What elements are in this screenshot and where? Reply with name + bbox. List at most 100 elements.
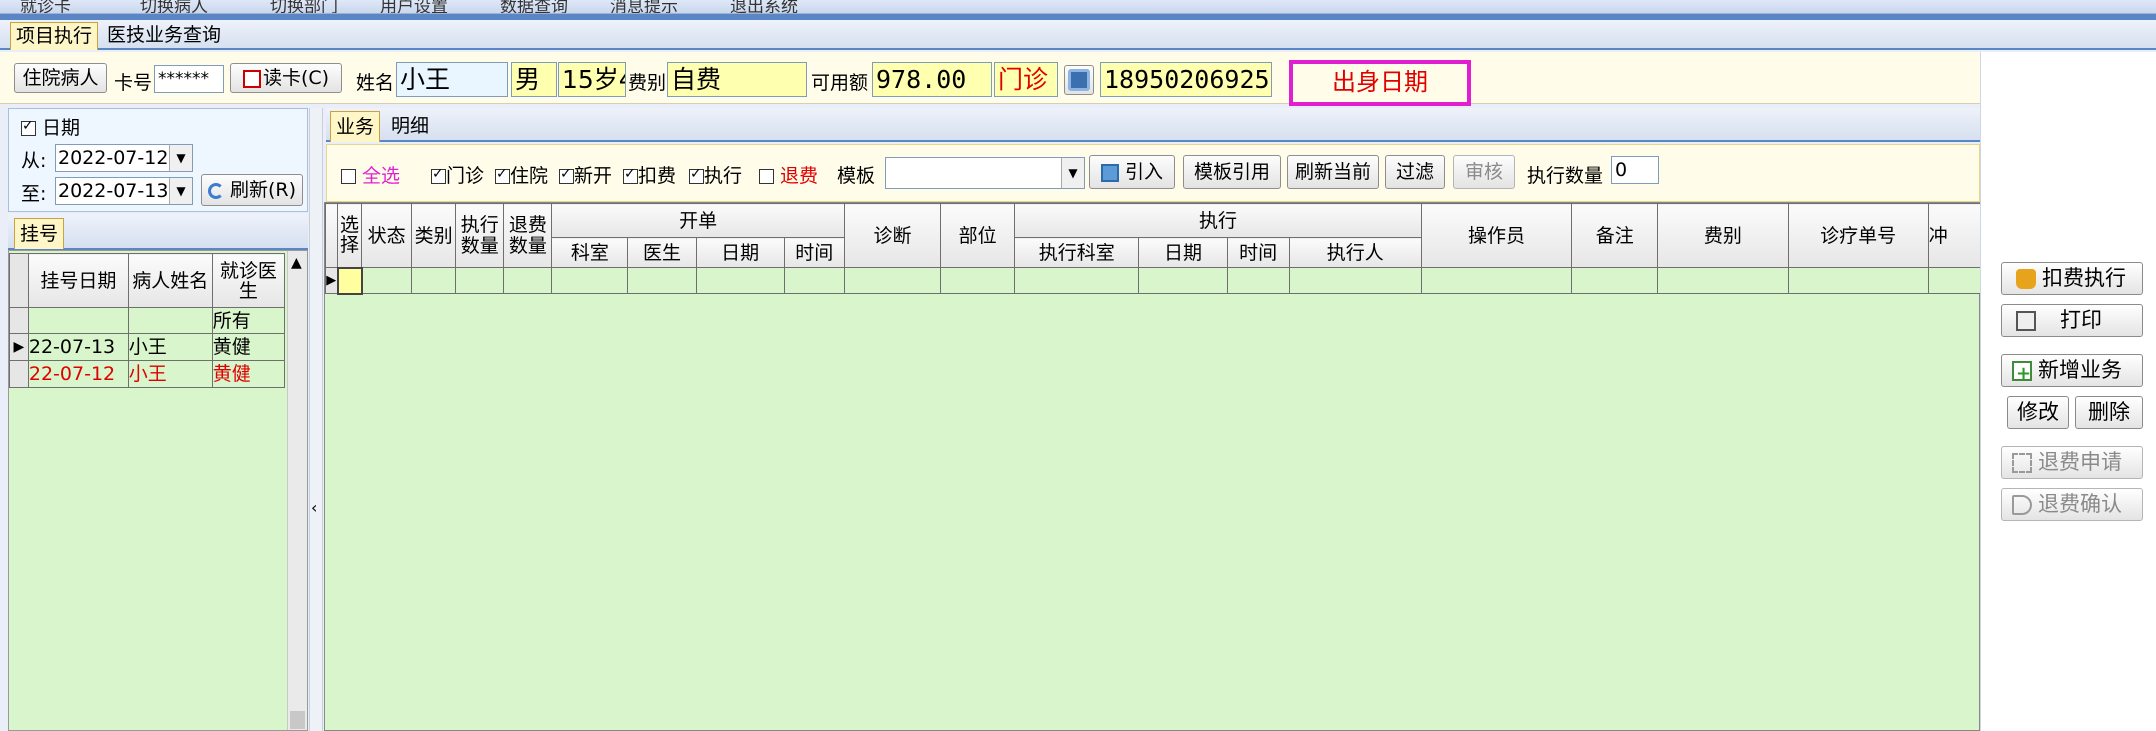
tab-business[interactable]: 业务	[330, 111, 381, 142]
tab-register[interactable]: 挂号	[14, 218, 65, 249]
menu-item-switch-dept[interactable]: 切换部门	[270, 0, 338, 13]
add-business-button[interactable]: + 新增业务	[2001, 354, 2143, 387]
col-open-dept[interactable]: 科室	[551, 237, 629, 268]
action-panel: 扣费执行 打印 + 新增业务 修改 删除 退费申请 退费确认	[1980, 52, 2156, 731]
outpatient-checkbox[interactable]: 门诊	[431, 161, 484, 188]
col-patient-name[interactable]: 病人姓名	[127, 253, 213, 308]
col-open-date[interactable]: 日期	[695, 237, 785, 268]
deduct-checkbox[interactable]: 扣费	[623, 161, 676, 188]
card-label: 卡号	[114, 72, 153, 94]
col-cut[interactable]: 冲	[1927, 203, 1982, 268]
card-number-field[interactable]: ******	[154, 65, 224, 93]
chevron-down-icon[interactable]: ▼	[1061, 158, 1084, 188]
row-header-corner	[9, 253, 29, 308]
table-row[interactable]: 22-07-12 小王 黄健	[9, 360, 286, 388]
col-status[interactable]: 状态	[361, 203, 413, 268]
audit-button[interactable]: 审核	[1453, 155, 1515, 189]
exec-qty-field[interactable]: 0	[1611, 156, 1659, 184]
main-tab-bar: 项目执行 医技业务查询	[0, 20, 2156, 50]
table-row[interactable]: ▶ 22-07-13 小王 黄健	[9, 333, 286, 361]
collapse-left-icon[interactable]: ‹	[311, 498, 317, 517]
col-select[interactable]: 选择	[337, 203, 363, 268]
col-site[interactable]: 部位	[940, 203, 1016, 268]
tab-project-execution[interactable]: 项目执行	[10, 22, 99, 50]
phone-button[interactable]	[1064, 65, 1094, 95]
refresh-current-button[interactable]: 刷新当前	[1287, 155, 1379, 189]
col-operator[interactable]: 操作员	[1420, 203, 1573, 268]
col-doctor[interactable]: 就诊医生	[211, 253, 286, 308]
col-remark[interactable]: 备注	[1571, 203, 1659, 268]
read-card-button[interactable]: 读卡(C)	[230, 63, 342, 93]
date-checkbox[interactable]: 日期	[21, 113, 80, 140]
refund-confirm-icon	[2012, 495, 2032, 515]
select-cell[interactable]	[336, 266, 363, 295]
doctor-filter[interactable]: 所有	[211, 307, 286, 334]
col-order-no[interactable]: 诊疗单号	[1787, 203, 1929, 268]
table-row[interactable]: ▶	[324, 266, 1982, 295]
refund-apply-button[interactable]: 退费申请	[2001, 446, 2143, 479]
execute-checkbox[interactable]: 执行	[689, 161, 742, 188]
business-tab-bar: 业务 明细	[326, 108, 1980, 142]
tab-medtech-query[interactable]: 医技业务查询	[102, 22, 226, 49]
template-ref-button[interactable]: 模板引用	[1183, 155, 1281, 189]
import-button[interactable]: 引入	[1089, 155, 1175, 189]
delete-button[interactable]: 删除	[2075, 396, 2143, 429]
menu-item-switch-patient[interactable]: 切换病人	[140, 0, 208, 13]
age-field[interactable]: 15岁4	[558, 62, 626, 97]
modify-button[interactable]: 修改	[2007, 396, 2069, 429]
to-date-picker[interactable]: 2022-07-13 ▼	[55, 177, 193, 205]
menu-item-card[interactable]: 就诊卡	[20, 0, 71, 13]
refresh-button[interactable]: 刷新(R)	[201, 174, 303, 206]
scroll-thumb[interactable]	[290, 711, 305, 729]
filter-button[interactable]: 过滤	[1385, 155, 1445, 189]
visit-type-field[interactable]: 门诊	[994, 62, 1058, 97]
new-open-checkbox[interactable]: 新开	[559, 161, 612, 188]
col-exec-date[interactable]: 日期	[1138, 237, 1228, 268]
register-tab-bar: 挂号	[8, 214, 308, 250]
menu-item-exit[interactable]: 退出系统	[730, 0, 798, 13]
chevron-down-icon[interactable]: ▼	[169, 178, 192, 204]
inpatient-checkbox[interactable]: 住院	[495, 161, 548, 188]
to-label: 至:	[21, 183, 47, 205]
col-exec-dept[interactable]: 执行科室	[1014, 237, 1140, 268]
scroll-up-icon[interactable]: ▲	[291, 255, 302, 271]
card-reader-icon	[242, 69, 261, 88]
register-scrollbar[interactable]: ▲	[287, 251, 307, 730]
col-open-doctor[interactable]: 医生	[627, 237, 697, 268]
print-button[interactable]: 打印	[2001, 304, 2143, 337]
available-amount-field[interactable]: 978.00	[872, 62, 992, 97]
from-date-value: 2022-07-12	[58, 147, 169, 169]
template-select[interactable]: ▼	[885, 157, 1085, 189]
col-exec-time[interactable]: 时间	[1226, 237, 1290, 268]
menu-item-message[interactable]: 消息提示	[610, 0, 678, 13]
phone-icon	[1068, 69, 1090, 91]
import-icon	[1100, 163, 1119, 182]
col-diagnosis[interactable]: 诊断	[843, 203, 942, 268]
col-category[interactable]: 类别	[411, 203, 457, 268]
select-all-checkbox[interactable]: 全选	[341, 161, 400, 188]
col-exec-qty[interactable]: 执行数量	[455, 203, 505, 268]
menu-item-user-settings[interactable]: 用户设置	[380, 0, 448, 13]
tab-detail[interactable]: 明细	[386, 111, 434, 141]
col-register-date[interactable]: 挂号日期	[27, 253, 129, 308]
col-exec-person[interactable]: 执行人	[1288, 237, 1422, 268]
phone-field[interactable]: 18950206925	[1100, 62, 1272, 97]
panel-splitter[interactable]: ‹	[309, 108, 323, 731]
filter-row: 所有	[9, 307, 286, 334]
fee-type-field[interactable]: 自费	[667, 62, 807, 97]
refund-checkbox[interactable]: 退费	[759, 161, 818, 188]
deduct-exec-button[interactable]: 扣费执行	[2001, 262, 2143, 295]
sex-field[interactable]: 男	[511, 62, 557, 97]
col-fee-type[interactable]: 费别	[1657, 203, 1789, 268]
chevron-down-icon[interactable]: ▼	[169, 145, 192, 171]
col-open-time[interactable]: 时间	[783, 237, 845, 268]
col-refund-qty[interactable]: 退费数量	[503, 203, 553, 268]
menu-item-data-query[interactable]: 数据查询	[500, 0, 568, 13]
inpatient-button[interactable]: 住院病人	[14, 63, 107, 93]
from-date-picker[interactable]: 2022-07-12 ▼	[55, 144, 193, 172]
date-check-box[interactable]	[21, 118, 36, 136]
name-field[interactable]: 小王	[396, 62, 508, 97]
fee-type-label: 费别	[628, 72, 667, 94]
birthdate-label: 出身日期	[1289, 60, 1471, 106]
refund-confirm-button[interactable]: 退费确认	[2001, 488, 2143, 521]
